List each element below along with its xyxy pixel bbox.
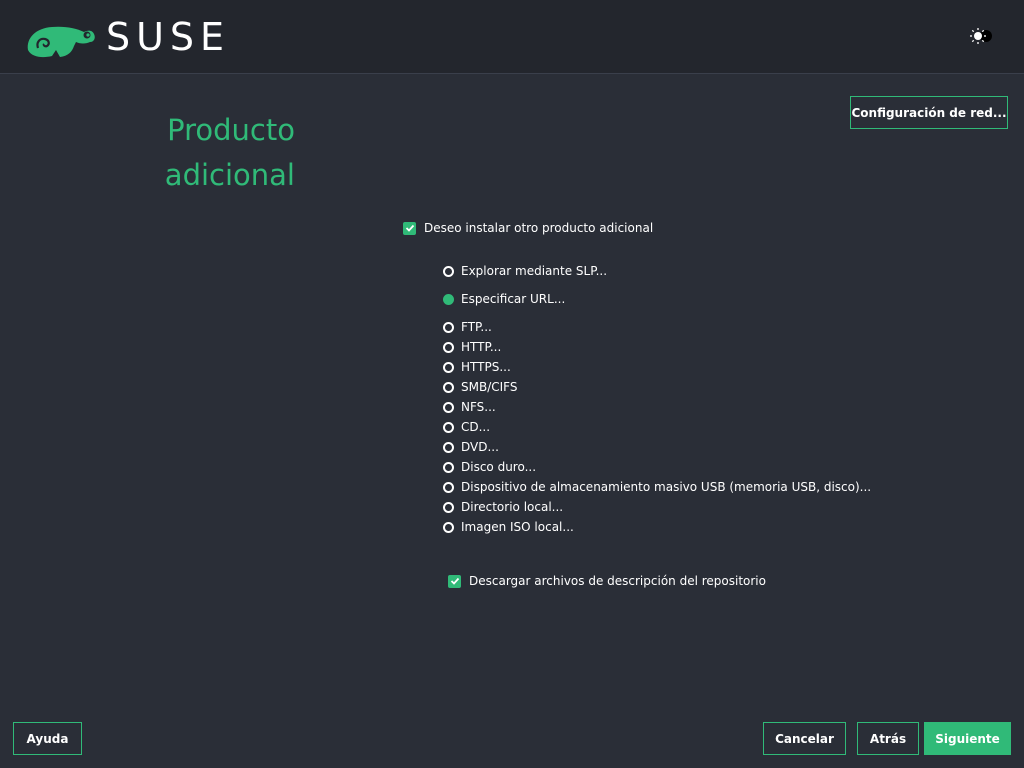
- page-title-line2: adicional: [164, 158, 295, 192]
- install-addon-checkbox[interactable]: [403, 221, 416, 235]
- radio-button[interactable]: [443, 321, 454, 333]
- source-option[interactable]: CD...: [443, 419, 490, 435]
- radio-button[interactable]: [443, 501, 454, 513]
- source-option-label: NFS...: [461, 400, 496, 414]
- source-option[interactable]: NFS...: [443, 399, 496, 415]
- source-option-label: FTP...: [461, 320, 492, 334]
- source-option-label: Dispositivo de almacenamiento masivo USB…: [461, 480, 872, 494]
- download-descriptions-label: Descargar archivos de descripción del re…: [469, 574, 766, 588]
- header-bar: SUSE: [0, 0, 1024, 74]
- radio-button[interactable]: [443, 361, 454, 373]
- radio-button[interactable]: [443, 461, 454, 473]
- next-button[interactable]: Siguiente: [924, 722, 1011, 755]
- source-option[interactable]: Explorar mediante SLP...: [443, 263, 607, 279]
- radio-button[interactable]: [443, 381, 454, 393]
- install-addon-label: Deseo instalar otro producto adicional: [424, 221, 654, 235]
- network-configuration-button[interactable]: Configuración de red...: [850, 96, 1008, 129]
- page-title-line1: Producto: [167, 113, 295, 147]
- source-option[interactable]: HTTPS...: [443, 359, 511, 375]
- source-option-label: HTTPS...: [461, 360, 511, 374]
- source-option-label: DVD...: [461, 440, 499, 454]
- sun-moon-icon[interactable]: [968, 26, 996, 46]
- source-option[interactable]: SMB/CIFS: [443, 379, 517, 395]
- check-icon: [405, 224, 414, 232]
- source-option-label: Explorar mediante SLP...: [461, 264, 608, 278]
- install-addon-checkbox-row[interactable]: Deseo instalar otro producto adicional: [403, 221, 653, 235]
- source-option-label: Directorio local...: [461, 500, 564, 514]
- radio-button[interactable]: [443, 293, 454, 305]
- source-option-label: Imagen ISO local...: [461, 520, 574, 534]
- source-option[interactable]: Dispositivo de almacenamiento masivo USB…: [443, 479, 871, 495]
- radio-button[interactable]: [443, 341, 454, 353]
- source-option-label: CD...: [461, 420, 491, 434]
- source-option[interactable]: Disco duro...: [443, 459, 536, 475]
- download-descriptions-checkbox[interactable]: [448, 574, 461, 588]
- page-title: Producto adicional: [165, 108, 295, 198]
- radio-button[interactable]: [443, 401, 454, 413]
- radio-button[interactable]: [443, 521, 454, 533]
- source-option-label: Disco duro...: [461, 460, 537, 474]
- cancel-button[interactable]: Cancelar: [763, 722, 846, 755]
- check-icon: [450, 577, 459, 585]
- chameleon-logo-icon: [27, 26, 95, 58]
- source-option[interactable]: Imagen ISO local...: [443, 519, 574, 535]
- brand-name: SUSE: [106, 15, 231, 59]
- source-option-label: Especificar URL...: [461, 292, 566, 306]
- source-option[interactable]: DVD...: [443, 439, 499, 455]
- radio-button[interactable]: [443, 421, 454, 433]
- source-option-label: SMB/CIFS: [461, 380, 518, 394]
- source-option-label: HTTP...: [461, 340, 502, 354]
- download-descriptions-checkbox-row[interactable]: Descargar archivos de descripción del re…: [448, 574, 766, 588]
- radio-button[interactable]: [443, 481, 454, 493]
- back-button[interactable]: Atrás: [857, 722, 919, 755]
- help-button[interactable]: Ayuda: [13, 722, 82, 755]
- source-option[interactable]: Especificar URL...: [443, 291, 565, 307]
- radio-button[interactable]: [443, 265, 454, 277]
- source-option[interactable]: FTP...: [443, 319, 492, 335]
- source-option[interactable]: HTTP...: [443, 339, 501, 355]
- source-option[interactable]: Directorio local...: [443, 499, 563, 515]
- radio-button[interactable]: [443, 441, 454, 453]
